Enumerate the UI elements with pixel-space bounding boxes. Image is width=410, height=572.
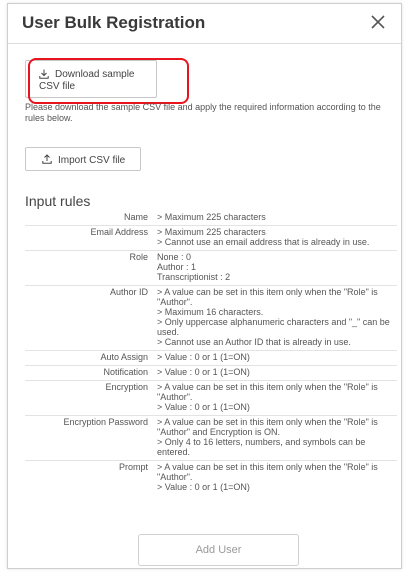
rule-description: > A value can be set in this item only w… xyxy=(157,417,397,457)
rule-line: > A value can be set in this item only w… xyxy=(157,382,378,402)
rule-name: Author ID xyxy=(109,287,148,297)
rule-line: > Only uppercase alphanumeric characters… xyxy=(157,317,390,337)
user-bulk-registration-dialog: User Bulk Registration Download sample C… xyxy=(7,3,402,569)
input-rules-heading: Input rules xyxy=(25,193,91,209)
rule-line: > Only 4 to 16 letters, numbers, and sym… xyxy=(157,437,366,457)
instruction-text: Please download the sample CSV file and … xyxy=(25,102,381,123)
rule-line: None : 0 xyxy=(157,252,192,262)
rule-line: > Maximum 225 characters xyxy=(157,212,266,222)
rule-name: Email Address xyxy=(90,227,148,237)
import-button-label: Import CSV file xyxy=(58,155,126,166)
rule-row: Name > Maximum 225 characters xyxy=(25,211,397,226)
rule-description: > A value can be set in this item only w… xyxy=(157,287,397,347)
rule-line: > Value : 0 or 1 (1=ON) xyxy=(157,482,250,492)
rule-line: Author : 1 xyxy=(157,262,197,272)
rule-line: > A value can be set in this item only w… xyxy=(157,287,378,307)
rule-row: Author ID > A value can be set in this it… xyxy=(25,286,397,351)
rule-line: > Maximum 16 characters. xyxy=(157,307,264,317)
rule-description: > Maximum 225 characters > Cannot use an … xyxy=(157,227,397,247)
download-sample-csv-button[interactable]: Download sample CSV file xyxy=(25,60,157,98)
rule-row: Encryption > A value can be set in this i… xyxy=(25,381,397,416)
upload-icon xyxy=(42,154,52,164)
close-icon[interactable] xyxy=(369,13,387,31)
dialog-title: User Bulk Registration xyxy=(22,13,206,32)
rule-row: Prompt > A value can be set in this item … xyxy=(25,461,397,495)
rule-row: Encryption Password > A value can be set … xyxy=(25,416,397,461)
rule-line: > Maximum 225 characters xyxy=(157,227,266,237)
rule-description: > Value : 0 or 1 (1=ON) xyxy=(157,367,397,377)
rule-name: Encryption xyxy=(105,382,148,392)
download-button-label: Download sample CSV file xyxy=(39,69,135,92)
rule-description: > A value can be set in this item only w… xyxy=(157,382,397,412)
rule-row: Auto Assign > Value : 0 or 1 (1=ON) xyxy=(25,351,397,366)
rule-line: > A value can be set in this item only w… xyxy=(157,462,378,482)
rule-line: > Value : 0 or 1 (1=ON) xyxy=(157,352,250,362)
rule-name: Name xyxy=(123,212,148,222)
rule-description: > A value can be set in this item only w… xyxy=(157,462,397,492)
rule-row: Email Address > Maximum 225 characters > C… xyxy=(25,226,397,251)
rule-line: > Cannot use an email address that is al… xyxy=(157,237,370,247)
rule-line: > Value : 0 or 1 (1=ON) xyxy=(157,367,250,377)
rule-row: Role None : 0 Author : 1 Transcriptionist :… xyxy=(25,251,397,286)
rule-name: Encryption Password xyxy=(63,417,148,427)
rule-description: > Value : 0 or 1 (1=ON) xyxy=(157,352,397,362)
rule-name: Prompt xyxy=(118,462,148,472)
rule-name: Notification xyxy=(103,367,148,377)
rule-name: Auto Assign xyxy=(100,352,148,362)
rule-description: > Maximum 225 characters xyxy=(157,212,397,222)
dialog-header: User Bulk Registration xyxy=(8,4,401,44)
import-csv-button[interactable]: Import CSV file xyxy=(25,147,141,171)
rule-line: Transcriptionist : 2 xyxy=(157,272,231,282)
rule-line: > Value : 0 or 1 (1=ON) xyxy=(157,402,250,412)
rule-row: Notification > Value : 0 or 1 (1=ON) xyxy=(25,366,397,381)
rule-name: Role xyxy=(129,252,148,262)
rule-line: > A value can be set in this item only w… xyxy=(157,417,378,437)
rule-line: > Cannot use an Author ID that is alread… xyxy=(157,337,351,347)
rule-description: None : 0 Author : 1 Transcriptionist : 2 xyxy=(157,252,397,282)
input-rules-table: Name > Maximum 225 characters Email Addres… xyxy=(25,211,397,495)
add-user-button[interactable]: Add User xyxy=(138,534,299,566)
